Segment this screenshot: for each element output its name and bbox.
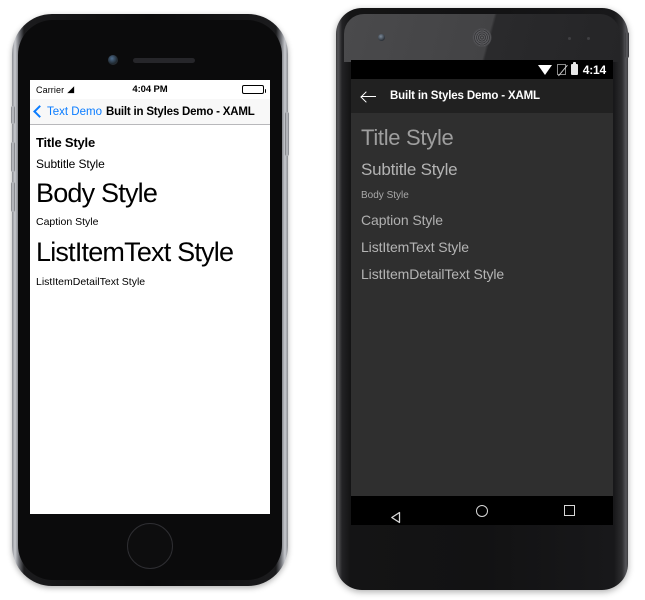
ios-nav-bar: Text Demo Built in Styles Demo - XAML xyxy=(30,99,270,125)
no-sim-signal-icon xyxy=(556,64,566,75)
battery-full-icon xyxy=(242,85,266,94)
nav-back-button[interactable] xyxy=(372,496,418,525)
ios-caption-style-label: Caption Style xyxy=(36,215,99,228)
ios-subtitle-style-label: Subtitle Style xyxy=(36,157,105,171)
ios-listitemdetailtext-style-label: ListItemDetailText Style xyxy=(36,275,146,288)
ios-content: Title Style Subtitle Style Body Style Ca… xyxy=(30,125,270,514)
nav-recents-button[interactable] xyxy=(546,496,592,525)
android-device: 4:14 Built in Styles Demo - XAML Title S… xyxy=(336,8,629,590)
volume-up-button[interactable] xyxy=(11,142,15,172)
earpiece-speaker xyxy=(472,28,492,47)
android-title-style-label: Title Style xyxy=(361,125,454,150)
back-button-label: Text Demo xyxy=(47,105,102,118)
android-subtitle-style-label: Subtitle Style xyxy=(361,160,458,179)
front-camera-icon xyxy=(108,55,118,65)
wifi-icon xyxy=(537,64,552,75)
android-body-style-label: Body Style xyxy=(361,190,409,201)
square-recents-icon xyxy=(563,505,575,516)
android-navigation-bar xyxy=(351,496,613,525)
triangle-back-icon xyxy=(390,505,400,523)
ios-body-style-label: Body Style xyxy=(36,178,158,208)
android-status-bar: 4:14 xyxy=(351,60,613,79)
ios-status-right xyxy=(242,85,266,94)
android-content: Title Style Subtitle Style Body Style Ca… xyxy=(351,113,613,496)
ios-clock: 4:04 PM xyxy=(132,84,168,95)
proximity-sensors xyxy=(568,37,590,40)
home-button[interactable] xyxy=(127,523,173,569)
ios-title-style-label: Title Style xyxy=(36,135,95,150)
arrow-left-icon[interactable] xyxy=(361,90,376,103)
battery-icon xyxy=(570,62,578,75)
chevron-left-icon xyxy=(33,105,46,118)
android-caption-style-label: Caption Style xyxy=(361,212,443,228)
volume-down-button[interactable] xyxy=(11,182,15,212)
front-camera-icon xyxy=(378,34,385,41)
ios-listitemtext-style-label: ListItemText Style xyxy=(36,236,234,267)
page-title: Built in Styles Demo - XAML xyxy=(105,105,255,118)
silent-switch-button[interactable] xyxy=(11,106,15,124)
back-button[interactable]: Text Demo xyxy=(33,105,102,118)
power-button[interactable] xyxy=(285,112,289,156)
ios-screen: Carrier ◢ 4:04 PM Text Demo Built in Sty… xyxy=(30,80,270,514)
iphone-device: Carrier ◢ 4:04 PM Text Demo Built in Sty… xyxy=(11,14,289,586)
page-title: Built in Styles Demo - XAML xyxy=(390,90,540,102)
android-action-bar: Built in Styles Demo - XAML xyxy=(351,79,613,113)
circle-home-icon xyxy=(475,504,488,517)
earpiece-speaker xyxy=(133,58,195,63)
android-listitemtext-style-label: ListItemText Style xyxy=(361,239,469,255)
power-button[interactable] xyxy=(625,32,629,58)
android-listitemdetailtext-style-label: ListItemDetailText Style xyxy=(361,266,505,282)
battery-nub xyxy=(264,88,266,93)
ios-status-bar: Carrier ◢ 4:04 PM xyxy=(30,80,270,99)
android-screen: 4:14 Built in Styles Demo - XAML Title S… xyxy=(351,60,613,525)
nav-home-button[interactable] xyxy=(459,496,505,525)
android-clock: 4:14 xyxy=(582,62,606,77)
